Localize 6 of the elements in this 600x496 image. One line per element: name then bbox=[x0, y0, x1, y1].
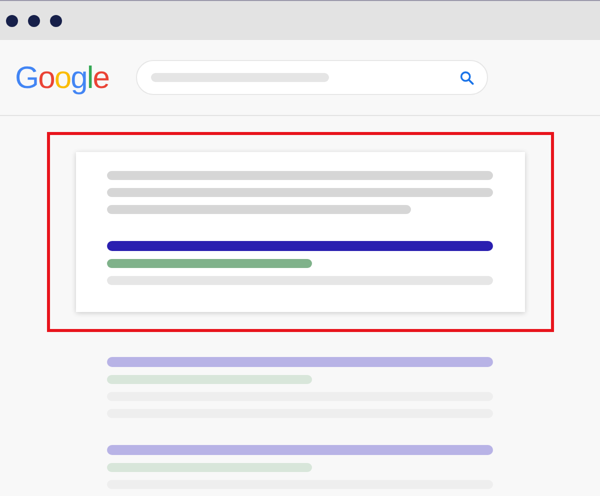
logo[interactable]: Google bbox=[15, 62, 110, 93]
window-control-dot[interactable] bbox=[50, 14, 62, 26]
window-control-dot[interactable] bbox=[6, 14, 18, 26]
search-icon[interactable] bbox=[460, 70, 474, 84]
search-field[interactable] bbox=[136, 60, 488, 95]
window-control-dot[interactable] bbox=[28, 14, 40, 26]
